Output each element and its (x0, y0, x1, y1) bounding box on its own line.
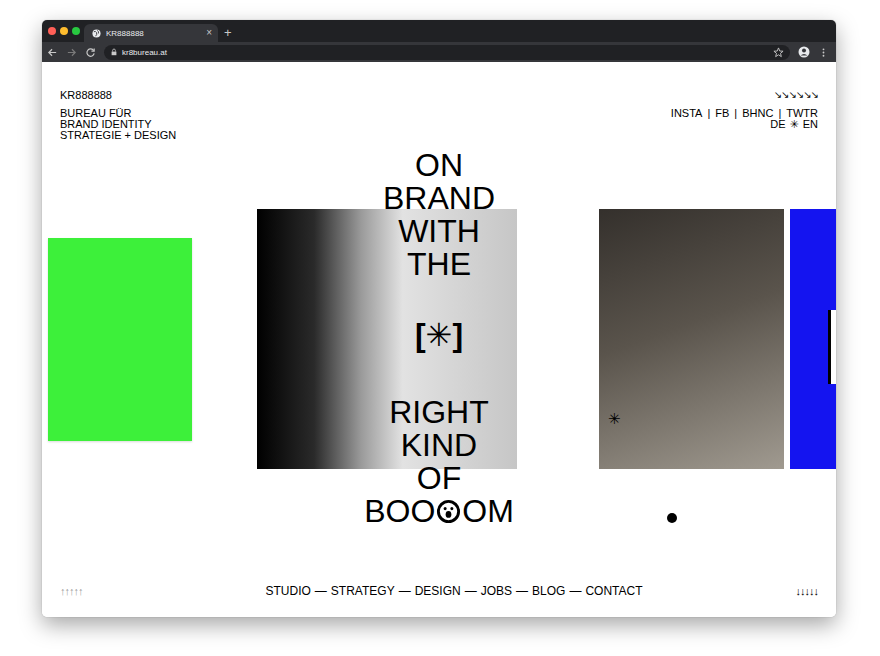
headline-bottom: RIGHTKINDOFBOOOM (42, 396, 836, 528)
social-link[interactable]: TWTR (786, 108, 818, 119)
brand: KR888888 BUREAU FÜRBRAND IDENTITYSTRATEGI… (60, 89, 176, 141)
nav-link[interactable]: BLOG (532, 584, 565, 598)
project-card[interactable] (790, 209, 836, 469)
nav-link[interactable]: JOBS (481, 584, 512, 598)
scroll-up-arrows[interactable]: ↑↑↑↑↑ (60, 584, 83, 598)
headline-top: ONBRANDWITHTHE (42, 149, 836, 281)
nav-separator: — (399, 584, 411, 598)
project-card[interactable] (599, 209, 784, 469)
minimize-window-button[interactable] (60, 27, 68, 35)
asterisk-marker: ✳ (608, 410, 621, 428)
toolbar: kr8bureau.at (42, 42, 836, 62)
site-header: KR888888 BUREAU FÜRBRAND IDENTITYSTRATEGI… (42, 62, 836, 141)
main-nav: STUDIO — STRATEGY — DESIGN — JOBS — BLOG — CONTACT (266, 584, 643, 598)
headline-line: BRAND (42, 182, 836, 215)
browser-tab[interactable]: KR888888 × (84, 24, 218, 42)
language-separator: ✳ (790, 119, 799, 130)
nav-link[interactable]: STUDIO (266, 584, 311, 598)
forward-arrow-icon[interactable] (66, 47, 77, 58)
tagline-line: BRAND IDENTITY (60, 119, 176, 130)
nav-separator: — (315, 584, 327, 598)
tagline-line: STRATEGIE + DESIGN (60, 130, 176, 141)
new-tab-button[interactable]: + (218, 24, 232, 42)
language-link[interactable]: EN (803, 119, 818, 130)
tagline-line: BUREAU FÜR (60, 108, 176, 119)
social-link[interactable]: INSTA (671, 108, 703, 119)
globe-icon (92, 29, 101, 38)
social-link[interactable]: BHNC (742, 108, 773, 119)
reload-icon[interactable] (85, 47, 96, 58)
project-card[interactable] (48, 238, 192, 441)
menu-icon[interactable] (818, 47, 829, 58)
headline-line: ON (42, 149, 836, 182)
headline: ONBRANDWITHTHE [✳] RIGHTKINDOFBOOOM (42, 149, 836, 528)
nav-link[interactable]: DESIGN (415, 584, 461, 598)
address-bar[interactable]: kr8bureau.at (104, 45, 790, 60)
tagline: BUREAU FÜRBRAND IDENTITYSTRATEGIE + DESI… (60, 108, 176, 141)
window-controls (42, 20, 84, 42)
nav-link[interactable]: CONTACT (585, 584, 642, 598)
profile-icon[interactable] (798, 46, 810, 58)
scroll-hint[interactable]: ↘↘↘↘↘↘ (774, 89, 818, 101)
close-window-button[interactable] (48, 27, 56, 35)
browser-window: KR888888 × + kr8bureau.at ONBRANDWITHTHE [✳] R… (42, 20, 836, 617)
web-page: ONBRANDWITHTHE[✳]RIGHTKINDOFBOOOM✳KR8888… (42, 62, 836, 617)
headline-line: OF (42, 462, 836, 495)
headline-line: WITH (42, 215, 836, 248)
lock-icon (110, 48, 118, 56)
scroll-down-arrows[interactable]: ↓↓↓↓↓ (796, 584, 819, 598)
headline-line: BOOOM (42, 495, 836, 528)
headline-symbol: [✳] (42, 319, 836, 352)
block-label (828, 310, 836, 384)
language-switch: DE ✳ EN (770, 119, 818, 130)
surprised-face-icon (436, 499, 461, 524)
language-link[interactable]: DE (770, 119, 785, 130)
project-card[interactable] (257, 209, 517, 469)
tab-bar: KR888888 × + (42, 20, 836, 42)
social-links: INSTA | FB | BHNC | TWTR (671, 108, 818, 119)
headline-line: RIGHT (42, 396, 836, 429)
headline-line: THE (42, 248, 836, 281)
nav-separator: — (465, 584, 477, 598)
nav-link[interactable]: STRATEGY (331, 584, 395, 598)
social-separator: | (734, 108, 737, 119)
star-icon[interactable] (773, 47, 784, 58)
tab-title: KR888888 (106, 29, 201, 38)
social-link[interactable]: FB (715, 108, 729, 119)
cursor-dot (667, 513, 677, 523)
site-footer: ↑↑↑↑↑ STUDIO — STRATEGY — DESIGN — JOBS — BLOG — CO… (42, 584, 836, 617)
back-arrow-icon[interactable] (47, 47, 58, 58)
nav-separator: — (516, 584, 528, 598)
screen: KR888888 × + kr8bureau.at ONBRANDWITHTHE [✳] R… (0, 0, 880, 656)
social-separator: | (778, 108, 781, 119)
header-links: ↘↘↘↘↘↘ INSTA | FB | BHNC | TWTRDE ✳ EN (671, 89, 818, 141)
social-separator: | (707, 108, 710, 119)
close-tab-button[interactable]: × (206, 28, 212, 38)
headline-line: KIND (42, 429, 836, 462)
project-carousel[interactable]: ONBRANDWITHTHE[✳]RIGHTKINDOFBOOOM✳ (42, 62, 836, 617)
maximize-window-button[interactable] (72, 27, 80, 35)
nav-separator: — (569, 584, 581, 598)
logo[interactable]: KR888888 (60, 89, 176, 101)
url-text: kr8bureau.at (122, 48, 167, 57)
